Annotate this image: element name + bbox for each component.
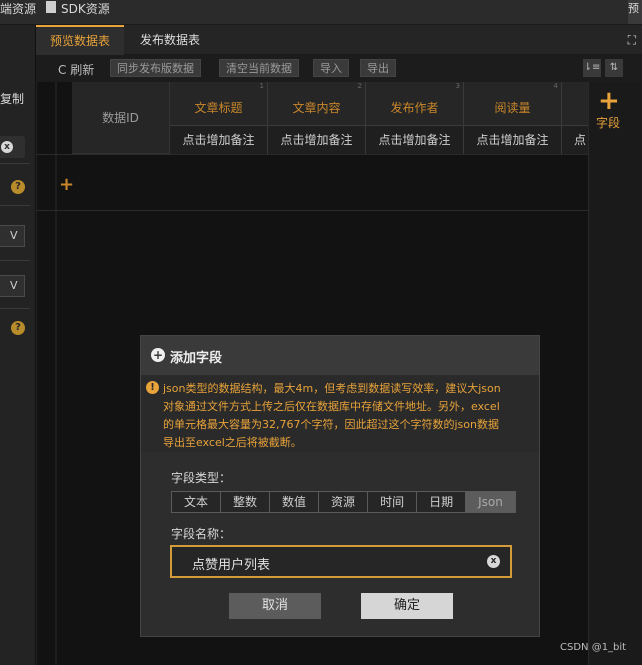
watermark: CSDN @1_bit [560,642,627,653]
column-note[interactable]: 点击增加备注 [170,126,267,154]
column-header[interactable]: 1 文章标题 点击增加备注 [170,82,268,154]
import-button[interactable]: 导入 [313,59,349,77]
divider [0,308,30,309]
column-header[interactable]: 点击 [562,82,589,154]
type-option-resource[interactable]: 资源 [319,492,369,512]
top-bar: 端资源 SDK资源 预 [0,0,642,25]
chevron-down-icon: V [10,229,18,242]
grid-line [36,210,588,211]
chevron-down-icon: V [10,279,18,292]
column-note[interactable]: 点击 [562,126,589,154]
document-icon [46,1,56,13]
warning-line: json类型的数据结构，最大4m，但考虑到数据读写效率，建议大json [163,382,501,395]
type-option-json[interactable]: Json [466,492,515,512]
grid-line [36,154,588,155]
field-name-label: 字段名称： [171,527,232,541]
warning-box: ! json类型的数据结构，最大4m，但考虑到数据读写效率，建议大json 对象… [141,375,539,452]
column-title[interactable] [562,82,589,126]
help-icon[interactable]: ? [11,321,25,335]
column-index: 1 [259,82,264,90]
sort-asc-icon[interactable]: ⇂≡ [583,59,601,77]
column-note[interactable]: 点击增加备注 [366,126,463,154]
column-header[interactable]: 2 文章内容 点击增加备注 [268,82,366,154]
add-field-dialog: + 添加字段 ! json类型的数据结构，最大4m，但考虑到数据读写效率，建议大… [140,335,540,637]
export-button[interactable]: 导出 [360,59,396,77]
left-select-1[interactable]: V [0,225,25,247]
topbar-item-sdk[interactable]: SDK资源 [61,0,110,17]
column-note[interactable]: 点击增加备注 [464,126,561,154]
type-option-time[interactable]: 时间 [368,492,418,512]
tab-publish-table[interactable]: 发布数据表 [126,25,214,55]
tab-preview-table[interactable]: 预览数据表 [36,25,125,55]
add-row-icon[interactable]: + [59,174,74,195]
divider [0,205,30,206]
divider [0,260,30,261]
cancel-button[interactable]: 取消 [229,593,321,619]
field-name-input[interactable]: 点赞用户列表 x [170,545,512,578]
column-header[interactable]: 4 阅读量 点击增加备注 [464,82,562,154]
row-header-strip [55,82,57,665]
add-field-rail[interactable]: + 字段 [588,82,642,665]
tab-bar: 预览数据表 发布数据表 ⛶ [36,25,642,55]
dialog-header: + 添加字段 [141,336,539,375]
toolbar: C 刷新 同步发布版数据 清空当前数据 导入 导出 ⇂≡ ⇅ [36,55,642,82]
column-note[interactable]: 点击增加备注 [268,126,365,154]
refresh-button[interactable]: C 刷新 [58,61,94,78]
left-panel: 复制 x ? V V ? [0,25,36,665]
id-column-header: 数据ID [72,82,170,154]
field-type-label: 字段类型： [171,471,232,485]
help-icon[interactable]: ? [11,180,25,194]
add-field-label[interactable]: 字段 [596,114,620,131]
column-title[interactable]: 发布作者 [366,82,463,126]
sync-publish-button[interactable]: 同步发布版数据 [110,59,201,77]
expand-icon[interactable]: ⛶ [628,33,636,48]
topbar-item-resources[interactable]: 端资源 [0,0,36,17]
confirm-button[interactable]: 确定 [361,593,453,619]
topbar-right-button[interactable]: 预 [628,0,642,24]
field-name-value[interactable]: 点赞用户列表 [192,554,270,573]
copy-label[interactable]: 复制 [0,90,24,107]
plus-circle-icon: + [151,348,165,362]
divider [0,163,30,164]
clear-data-button[interactable]: 清空当前数据 [219,59,299,77]
type-option-text[interactable]: 文本 [172,492,222,512]
warning-text: json类型的数据结构，最大4m，但考虑到数据读写效率，建议大json 对象通过… [163,380,535,452]
warning-line: 的单元格最大容量为32,767个字符，因此超过这个字符数的json数据 [163,418,499,431]
dialog-title: 添加字段 [170,351,223,366]
warning-icon: ! [146,381,159,394]
type-option-date[interactable]: 日期 [417,492,467,512]
column-title[interactable]: 文章内容 [268,82,365,126]
clear-icon[interactable]: x [487,555,500,568]
column-index: 2 [357,82,362,90]
sort-desc-icon[interactable]: ⇅ [605,59,623,77]
warning-line: 导出至excel之后将被截断。 [163,436,302,449]
clear-icon[interactable]: x [1,141,13,153]
column-title[interactable]: 阅读量 [464,82,561,126]
add-field-icon[interactable]: + [598,86,620,116]
warning-line: 对象通过文件方式上传之后仅在数据库中存储文件地址。另外，excel [163,400,500,413]
type-option-number[interactable]: 数值 [270,492,320,512]
column-header[interactable]: 3 发布作者 点击增加备注 [366,82,464,154]
left-clear-field[interactable]: x [0,136,25,158]
column-index: 3 [455,82,460,90]
left-select-2[interactable]: V [0,275,25,297]
type-option-integer[interactable]: 整数 [221,492,271,512]
field-type-selector: 文本 整数 数值 资源 时间 日期 Json [171,491,516,513]
column-index: 4 [553,82,558,90]
column-title[interactable]: 文章标题 [170,82,267,126]
